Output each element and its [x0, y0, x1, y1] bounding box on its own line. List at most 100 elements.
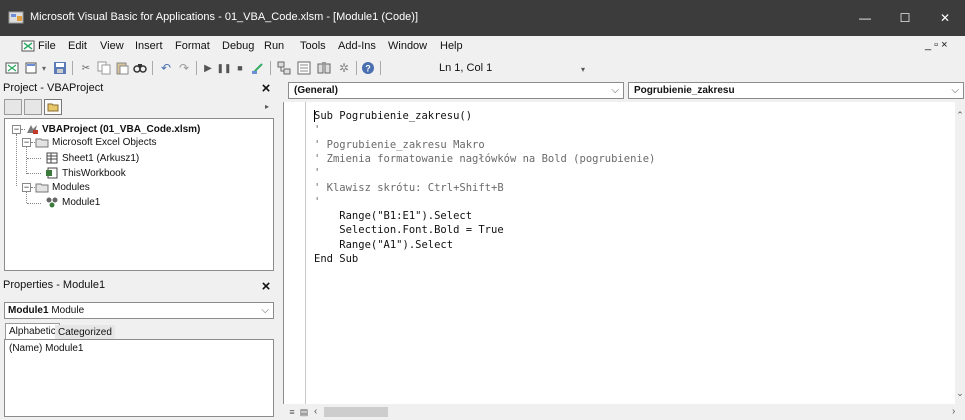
- vbaproject-icon: [27, 125, 38, 134]
- vertical-scrollbar[interactable]: ⌃ ⌄: [955, 102, 965, 404]
- copy-icon[interactable]: [96, 60, 112, 76]
- svg-text:?: ?: [365, 64, 371, 74]
- menu-help[interactable]: Help: [440, 40, 463, 52]
- code-line[interactable]: ' Zmienia formatowanie nagłówków na Bold…: [314, 153, 655, 165]
- properties-object-name: Module1: [8, 305, 49, 316]
- property-row[interactable]: (Name) Module1: [9, 343, 83, 354]
- code-line[interactable]: ' Klawisz skrótu: Ctrl+Shift+B: [314, 182, 504, 194]
- horizontal-scroll-thumb[interactable]: [324, 407, 388, 417]
- undo-icon[interactable]: ↶: [158, 60, 174, 76]
- help-icon[interactable]: ?: [360, 60, 376, 76]
- toolbar-overflow-icon[interactable]: ▸: [265, 102, 269, 111]
- menu-window[interactable]: Window: [388, 40, 427, 52]
- redo-icon[interactable]: ↷: [176, 60, 192, 76]
- tree-connector: [16, 134, 17, 186]
- save-icon[interactable]: [52, 60, 68, 76]
- menu-file[interactable]: File: [38, 40, 56, 52]
- code-editor[interactable]: Sub Pogrubienie_zakresu() ' ' Pogrubienie_…: [283, 102, 955, 404]
- menu-add-ins[interactable]: Add-Ins: [338, 40, 376, 52]
- project-panel-title: Project - VBAProject: [3, 82, 104, 94]
- tree-node-thisworkbook[interactable]: ThisWorkbook: [45, 167, 126, 179]
- menu-run[interactable]: Run: [264, 40, 284, 52]
- close-button[interactable]: ✕: [925, 0, 965, 36]
- code-line[interactable]: ' Pogrubienie_zakresu Makro: [314, 139, 485, 151]
- design-mode-icon[interactable]: [250, 60, 266, 76]
- chevron-down-icon: ⌵: [951, 85, 959, 96]
- project-panel-header: Project - VBAProject: [3, 80, 275, 97]
- toolbox-icon[interactable]: ✲: [336, 60, 352, 76]
- tree-node-excel-objects[interactable]: Microsoft Excel Objects: [35, 136, 156, 148]
- tree-node-vbaproject[interactable]: VBAProject (01_VBA_Code.xlsm): [25, 123, 200, 135]
- tree-node-modules[interactable]: Modules: [35, 181, 90, 193]
- chevron-down-icon: ⌵: [261, 305, 269, 316]
- maximize-button[interactable]: ☐: [885, 0, 925, 36]
- scroll-left-icon[interactable]: ‹: [314, 406, 317, 417]
- project-explorer-icon[interactable]: [276, 60, 292, 76]
- minimize-button[interactable]: —: [845, 0, 885, 36]
- scroll-down-icon[interactable]: ⌄: [955, 388, 965, 399]
- procedure-view-icon[interactable]: ≡: [286, 406, 298, 418]
- tab-alphabetic[interactable]: Alphabetic: [5, 323, 60, 339]
- code-line[interactable]: ': [314, 167, 320, 179]
- workbook-icon: [46, 167, 58, 179]
- code-line[interactable]: Selection.Font.Bold = True: [314, 224, 503, 236]
- full-module-view-icon[interactable]: ▤: [298, 406, 310, 418]
- menu-tools[interactable]: Tools: [300, 40, 326, 52]
- break-icon[interactable]: ❚❚: [216, 60, 232, 76]
- run-icon[interactable]: ▶: [200, 60, 216, 76]
- find-icon[interactable]: [132, 60, 148, 76]
- excel-view-icon[interactable]: [20, 38, 36, 54]
- menu-edit[interactable]: Edit: [68, 40, 87, 52]
- code-line[interactable]: Sub Pogrubienie_zakresu(): [314, 110, 472, 122]
- code-line[interactable]: ': [314, 196, 320, 208]
- project-explorer-toolbar: ▸: [4, 99, 274, 117]
- toolbar-separator: [152, 61, 153, 75]
- insert-object-icon[interactable]: [24, 60, 40, 76]
- project-panel-close-icon[interactable]: ×: [258, 81, 274, 97]
- horizontal-scroll-area: ≡ ▤ ‹ ›: [283, 404, 965, 420]
- collapse-root-icon[interactable]: −: [12, 125, 21, 134]
- toolbar-separator: [196, 61, 197, 75]
- tree-connector: [27, 203, 41, 204]
- menu-format[interactable]: Format: [175, 40, 210, 52]
- code-line[interactable]: ': [314, 124, 320, 136]
- view-code-button[interactable]: [4, 99, 22, 115]
- procedure-combo[interactable]: Pogrubienie_zakresu ⌵: [628, 82, 964, 99]
- code-line[interactable]: Range("A1").Select: [314, 239, 453, 251]
- mdi-controls[interactable]: _ ▫ ×: [925, 39, 948, 51]
- toolbar-separator: [356, 61, 357, 75]
- properties-object-select[interactable]: Module1 Module ⌵: [4, 302, 274, 319]
- object-browser-icon[interactable]: [316, 60, 332, 76]
- reset-icon[interactable]: ■: [232, 60, 248, 76]
- code-line[interactable]: Range("B1:E1").Select: [314, 210, 472, 222]
- dropdown-arrow-icon[interactable]: ▾: [40, 60, 48, 76]
- collapse-excel-objects-icon[interactable]: −: [22, 138, 31, 147]
- scroll-right-icon[interactable]: ›: [952, 406, 955, 417]
- excel-view-icon[interactable]: [4, 60, 20, 76]
- toolbar-grip-icon[interactable]: ▾: [581, 65, 585, 74]
- tree-node-module1[interactable]: Module1: [45, 196, 100, 208]
- worksheet-icon: [46, 152, 58, 164]
- collapse-modules-icon[interactable]: −: [22, 183, 31, 192]
- object-combo[interactable]: (General) ⌵: [288, 82, 624, 99]
- properties-window-icon[interactable]: [296, 60, 312, 76]
- property-value[interactable]: Module1: [45, 343, 83, 354]
- cut-icon[interactable]: ✂: [78, 60, 94, 76]
- chevron-down-icon: ⌵: [611, 85, 619, 96]
- view-object-button[interactable]: [24, 99, 42, 115]
- menu-insert[interactable]: Insert: [135, 40, 163, 52]
- toolbar-separator: [380, 61, 381, 75]
- menu-bar: File Edit View Insert Format Debug Run T…: [0, 36, 965, 56]
- code-line[interactable]: End Sub: [314, 253, 358, 265]
- paste-icon[interactable]: [114, 60, 130, 76]
- scroll-up-icon[interactable]: ⌃: [955, 110, 965, 121]
- menu-view[interactable]: View: [100, 40, 124, 52]
- toggle-folders-button[interactable]: [44, 99, 62, 115]
- tree-node-sheet1[interactable]: Sheet1 (Arkusz1): [45, 152, 139, 164]
- title-bar: Microsoft Visual Basic for Applications …: [0, 0, 965, 36]
- menu-debug[interactable]: Debug: [222, 40, 254, 52]
- code-margin-indicator[interactable]: [284, 102, 306, 404]
- properties-panel-close-icon[interactable]: ×: [258, 279, 274, 295]
- vba-app-icon: [8, 11, 24, 24]
- tree-connector: [26, 147, 27, 174]
